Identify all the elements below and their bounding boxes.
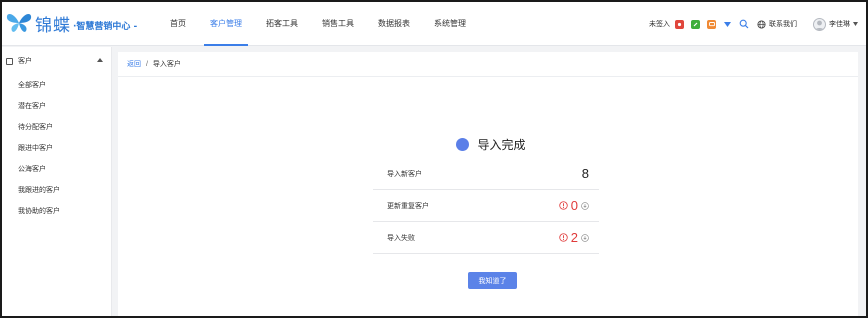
chevron-down-icon[interactable] [723,20,732,29]
nav-item-system-management[interactable]: 系统管理 [422,2,478,46]
download-icon[interactable] [581,233,589,242]
edit-icon[interactable] [691,19,700,29]
result-value-wrap: 8 [582,166,589,181]
result-value-wrap: 0 [559,198,589,213]
updated-count: 0 [570,198,578,213]
download-icon[interactable] [581,201,589,210]
avatar[interactable] [813,17,826,31]
sidebar-item-public-pool[interactable]: 公海客户 [2,159,111,180]
nav-item-customer-management[interactable]: 客户管理 [198,2,254,46]
toolbar: 未签入 联系我们 李佳琳 [649,2,858,46]
result-value-wrap: 2 [559,230,589,245]
result-row-failed: 导入失败 2 [373,222,599,254]
breadcrumb: 返回 / 导入客户 [118,52,858,77]
folder-icon [6,57,13,65]
nav-item-home[interactable]: 首页 [158,2,198,46]
brand-name: 锦蝶 [35,15,71,36]
user-menu-chevron-icon[interactable] [853,22,858,26]
back-link[interactable]: 返回 [127,61,141,68]
top-navigation-bar: 锦蝶 ·智慧营销中心 - 首页 客户管理 拓客工具 销售工具 数据报表 系统管理… [2,2,866,46]
main-panel: 返回 / 导入客户 导入完成 导入新客户 8 更新重复客户 0 导入失败 2 我… [118,52,858,316]
globe-icon [757,19,766,29]
result-header: 导入完成 [383,130,599,158]
user-name[interactable]: 李佳琳 [829,19,850,29]
sidebar-item-all-customers[interactable]: 全部客户 [2,75,111,96]
checkin-status[interactable]: 未签入 [649,19,670,29]
import-result: 导入完成 导入新客户 8 更新重复客户 0 导入失败 2 [373,130,599,254]
message-icon[interactable] [707,19,716,29]
contact-us-link[interactable]: 联系我们 [769,19,797,29]
sidebar-item-unassigned-customers[interactable]: 待分配客户 [2,117,111,138]
sidebar: 客户 全部客户 潜在客户 待分配客户 跟进中客户 公海客户 我跟进的客户 我协助… [2,47,112,316]
butterfly-logo-icon [6,14,32,32]
sidebar-item-potential-customers[interactable]: 潜在客户 [2,96,111,117]
breadcrumb-current: 导入客户 [152,61,181,68]
failed-count: 2 [570,230,578,245]
sidebar-item-my-assisted[interactable]: 我协助的客户 [2,201,111,222]
result-row-new: 导入新客户 8 [373,158,599,190]
brand-logo[interactable]: 锦蝶 ·智慧营销中心 - [6,10,137,36]
result-row-updated: 更新重复客户 0 [373,190,599,222]
status-dot-icon [456,137,470,151]
result-title: 导入完成 [477,137,526,152]
warning-icon [559,233,568,242]
nav-item-data-reports[interactable]: 数据报表 [366,2,422,46]
search-icon[interactable] [739,19,749,29]
sidebar-section-label: 客户 [18,58,32,65]
sidebar-item-my-followed[interactable]: 我跟进的客户 [2,180,111,201]
result-label-new: 导入新客户 [387,170,422,178]
confirm-button[interactable]: 我知道了 [468,272,517,289]
nav-item-sales-tools[interactable]: 销售工具 [310,2,366,46]
app-window: 锦蝶 ·智慧营销中心 - 首页 客户管理 拓客工具 销售工具 数据报表 系统管理… [0,0,868,318]
result-label-failed: 导入失败 [387,234,415,242]
warning-icon [559,201,568,210]
sidebar-item-following-customers[interactable]: 跟进中客户 [2,138,111,159]
result-label-updated: 更新重复客户 [387,202,429,210]
nav-item-prospecting-tools[interactable]: 拓客工具 [254,2,310,46]
chevron-up-icon[interactable] [97,58,103,62]
new-count: 8 [581,166,589,181]
main-nav: 首页 客户管理 拓客工具 销售工具 数据报表 系统管理 [158,2,478,46]
record-icon[interactable] [675,19,684,29]
sidebar-section-customers[interactable]: 客户 [2,47,111,75]
breadcrumb-separator: / [145,61,148,68]
brand-subtitle: ·智慧营销中心 - [73,21,138,32]
